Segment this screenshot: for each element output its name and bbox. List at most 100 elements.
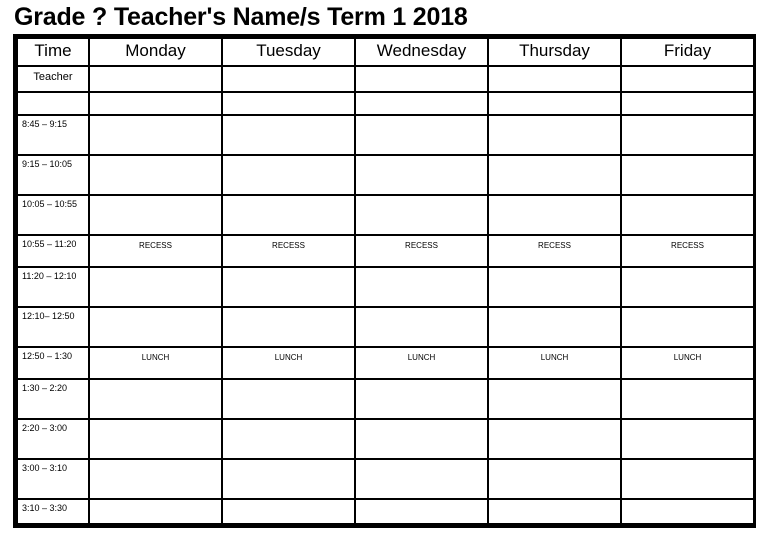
table-row: 2:20 – 3:00 xyxy=(16,418,755,460)
schedule-cell-friday[interactable] xyxy=(620,378,755,420)
schedule-cell-wednesday[interactable] xyxy=(354,91,489,116)
schedule-cell-monday[interactable] xyxy=(88,65,223,93)
schedule-cell-label: LUNCH xyxy=(673,353,702,362)
schedule-cell-thursday[interactable] xyxy=(487,194,622,236)
schedule-cell-empty xyxy=(356,380,487,418)
schedule-cell-wednesday[interactable] xyxy=(354,154,489,196)
schedule-cell-empty xyxy=(90,268,221,306)
schedule-cell-friday[interactable] xyxy=(620,306,755,348)
schedule-cell-friday[interactable] xyxy=(620,458,755,500)
table-row xyxy=(16,91,755,116)
schedule-cell-wednesday[interactable] xyxy=(354,418,489,460)
schedule-cell-monday[interactable] xyxy=(88,194,223,236)
schedule-cell-thursday[interactable]: LUNCH xyxy=(487,346,622,380)
schedule-cell-tuesday[interactable] xyxy=(221,266,356,308)
schedule-cell-monday[interactable] xyxy=(88,458,223,500)
schedule-cell-friday[interactable] xyxy=(620,65,755,93)
schedule-cell-monday[interactable] xyxy=(88,418,223,460)
table-row: 11:20 – 12:10 xyxy=(16,266,755,308)
time-cell: 10:55 – 11:20 xyxy=(16,234,90,268)
time-cell xyxy=(16,91,90,116)
schedule-cell-empty xyxy=(90,380,221,418)
schedule-cell-tuesday[interactable] xyxy=(221,91,356,116)
schedule-cell-wednesday[interactable] xyxy=(354,306,489,348)
schedule-cell-empty xyxy=(90,116,221,154)
schedule-cell-empty xyxy=(356,500,487,523)
schedule-cell-tuesday[interactable]: LUNCH xyxy=(221,346,356,380)
schedule-cell-thursday[interactable] xyxy=(487,114,622,156)
table-header-row: Time Monday Tuesday Wednesday Thursday F… xyxy=(16,37,755,67)
schedule-cell-tuesday[interactable] xyxy=(221,65,356,93)
schedule-cell-thursday[interactable] xyxy=(487,65,622,93)
schedule-cell-friday[interactable] xyxy=(620,498,755,525)
schedule-cell-friday[interactable] xyxy=(620,266,755,308)
schedule-cell-empty xyxy=(622,156,753,194)
schedule-cell-thursday[interactable] xyxy=(487,498,622,525)
schedule-cell-friday[interactable] xyxy=(620,114,755,156)
schedule-cell-monday[interactable] xyxy=(88,306,223,348)
time-cell: 9:15 – 10:05 xyxy=(16,154,90,196)
schedule-cell-label: LUNCH xyxy=(274,353,303,362)
schedule-cell-empty xyxy=(356,268,487,306)
schedule-cell-monday[interactable]: RECESS xyxy=(88,234,223,268)
schedule-cell-label: LUNCH xyxy=(407,353,436,362)
schedule-cell-wednesday[interactable] xyxy=(354,65,489,93)
schedule-cell-tuesday[interactable] xyxy=(221,306,356,348)
schedule-cell-thursday[interactable] xyxy=(487,154,622,196)
schedule-cell-monday[interactable] xyxy=(88,498,223,525)
schedule-cell-wednesday[interactable]: LUNCH xyxy=(354,346,489,380)
time-cell: 1:30 – 2:20 xyxy=(16,378,90,420)
schedule-cell-tuesday[interactable] xyxy=(221,154,356,196)
schedule-cell-monday[interactable] xyxy=(88,266,223,308)
schedule-cell-empty xyxy=(622,116,753,154)
schedule-cell-tuesday[interactable] xyxy=(221,498,356,525)
schedule-cell-tuesday[interactable] xyxy=(221,458,356,500)
timetable-frame: Time Monday Tuesday Wednesday Thursday F… xyxy=(13,34,756,528)
column-header-tuesday: Tuesday xyxy=(221,37,356,67)
schedule-cell-thursday[interactable]: RECESS xyxy=(487,234,622,268)
column-header-label: Wednesday xyxy=(376,41,467,60)
schedule-cell-thursday[interactable] xyxy=(487,91,622,116)
schedule-cell-wednesday[interactable] xyxy=(354,114,489,156)
schedule-cell-friday[interactable]: LUNCH xyxy=(620,346,755,380)
time-slot-label: 3:00 – 3:10 xyxy=(22,463,68,473)
schedule-cell-wednesday[interactable] xyxy=(354,458,489,500)
schedule-cell-wednesday[interactable] xyxy=(354,378,489,420)
schedule-cell-thursday[interactable] xyxy=(487,378,622,420)
time-cell: 2:20 – 3:00 xyxy=(16,418,90,460)
schedule-cell-empty xyxy=(356,67,487,91)
schedule-cell-thursday[interactable] xyxy=(487,418,622,460)
schedule-cell-friday[interactable] xyxy=(620,194,755,236)
schedule-cell-thursday[interactable] xyxy=(487,458,622,500)
schedule-cell-monday[interactable] xyxy=(88,114,223,156)
schedule-cell-friday[interactable] xyxy=(620,91,755,116)
column-header-label: Time xyxy=(34,41,72,60)
schedule-cell-empty xyxy=(356,156,487,194)
schedule-cell-tuesday[interactable] xyxy=(221,194,356,236)
schedule-cell-monday[interactable] xyxy=(88,154,223,196)
table-row: 9:15 – 10:05 xyxy=(16,154,755,196)
schedule-cell-friday[interactable]: RECESS xyxy=(620,234,755,268)
schedule-cell-wednesday[interactable]: RECESS xyxy=(354,234,489,268)
schedule-cell-tuesday[interactable] xyxy=(221,378,356,420)
schedule-cell-thursday[interactable] xyxy=(487,306,622,348)
schedule-cell-monday[interactable] xyxy=(88,378,223,420)
schedule-cell-empty xyxy=(489,116,620,154)
table-row: 10:05 – 10:55 xyxy=(16,194,755,236)
schedule-cell-empty xyxy=(489,380,620,418)
schedule-cell-friday[interactable] xyxy=(620,154,755,196)
column-header-time: Time xyxy=(16,37,90,67)
time-slot-label: 11:20 – 12:10 xyxy=(22,271,77,281)
schedule-cell-tuesday[interactable] xyxy=(221,114,356,156)
column-header-label: Thursday xyxy=(519,41,590,60)
schedule-cell-monday[interactable] xyxy=(88,91,223,116)
schedule-cell-tuesday[interactable] xyxy=(221,418,356,460)
schedule-cell-thursday[interactable] xyxy=(487,266,622,308)
schedule-cell-wednesday[interactable] xyxy=(354,194,489,236)
schedule-cell-wednesday[interactable] xyxy=(354,498,489,525)
schedule-cell-monday[interactable]: LUNCH xyxy=(88,346,223,380)
time-slot-label: 1:30 – 2:20 xyxy=(22,383,68,393)
schedule-cell-tuesday[interactable]: RECESS xyxy=(221,234,356,268)
schedule-cell-wednesday[interactable] xyxy=(354,266,489,308)
schedule-cell-friday[interactable] xyxy=(620,418,755,460)
